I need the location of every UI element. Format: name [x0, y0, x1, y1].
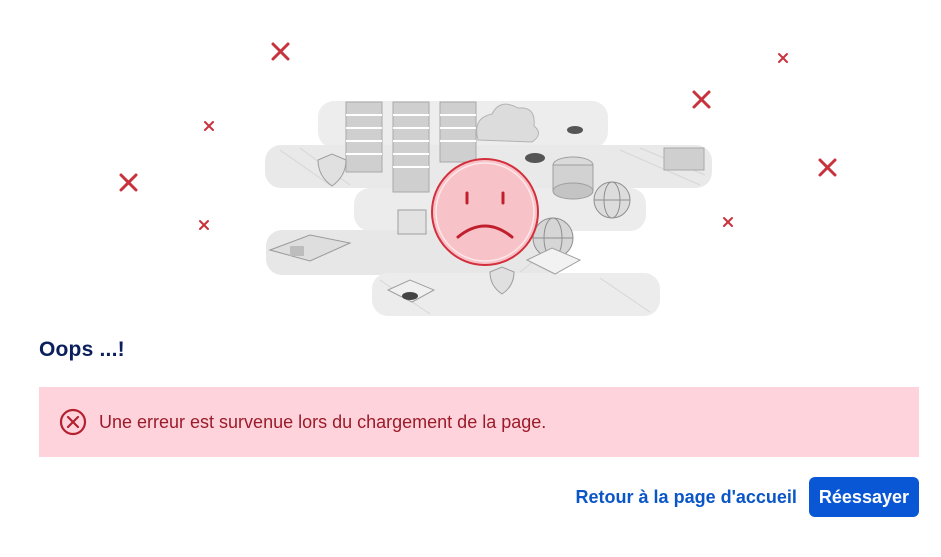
cross-icon	[818, 158, 837, 177]
cross-icon	[271, 42, 290, 61]
cross-icon	[204, 121, 214, 131]
cross-icon	[723, 217, 733, 227]
sad-face-icon	[431, 158, 539, 266]
error-alert: Une erreur est survenue lors du chargeme…	[39, 387, 919, 457]
page-title: Oops ...!	[39, 338, 125, 361]
error-circle-x-icon	[59, 408, 87, 436]
error-message: Une erreur est survenue lors du chargeme…	[99, 411, 547, 432]
error-page: Oops ...! Une erreur est survenue lors d…	[0, 0, 941, 557]
error-illustration	[119, 42, 837, 316]
retry-button[interactable]: Réessayer	[808, 477, 919, 517]
cross-icon	[778, 53, 788, 63]
cross-icon	[119, 173, 138, 192]
error-actions: Retour à la page d'accueil Réessayer	[574, 477, 919, 517]
cross-icon	[692, 90, 711, 109]
cross-icon	[199, 220, 209, 230]
home-link[interactable]: Retour à la page d'accueil	[574, 487, 799, 508]
